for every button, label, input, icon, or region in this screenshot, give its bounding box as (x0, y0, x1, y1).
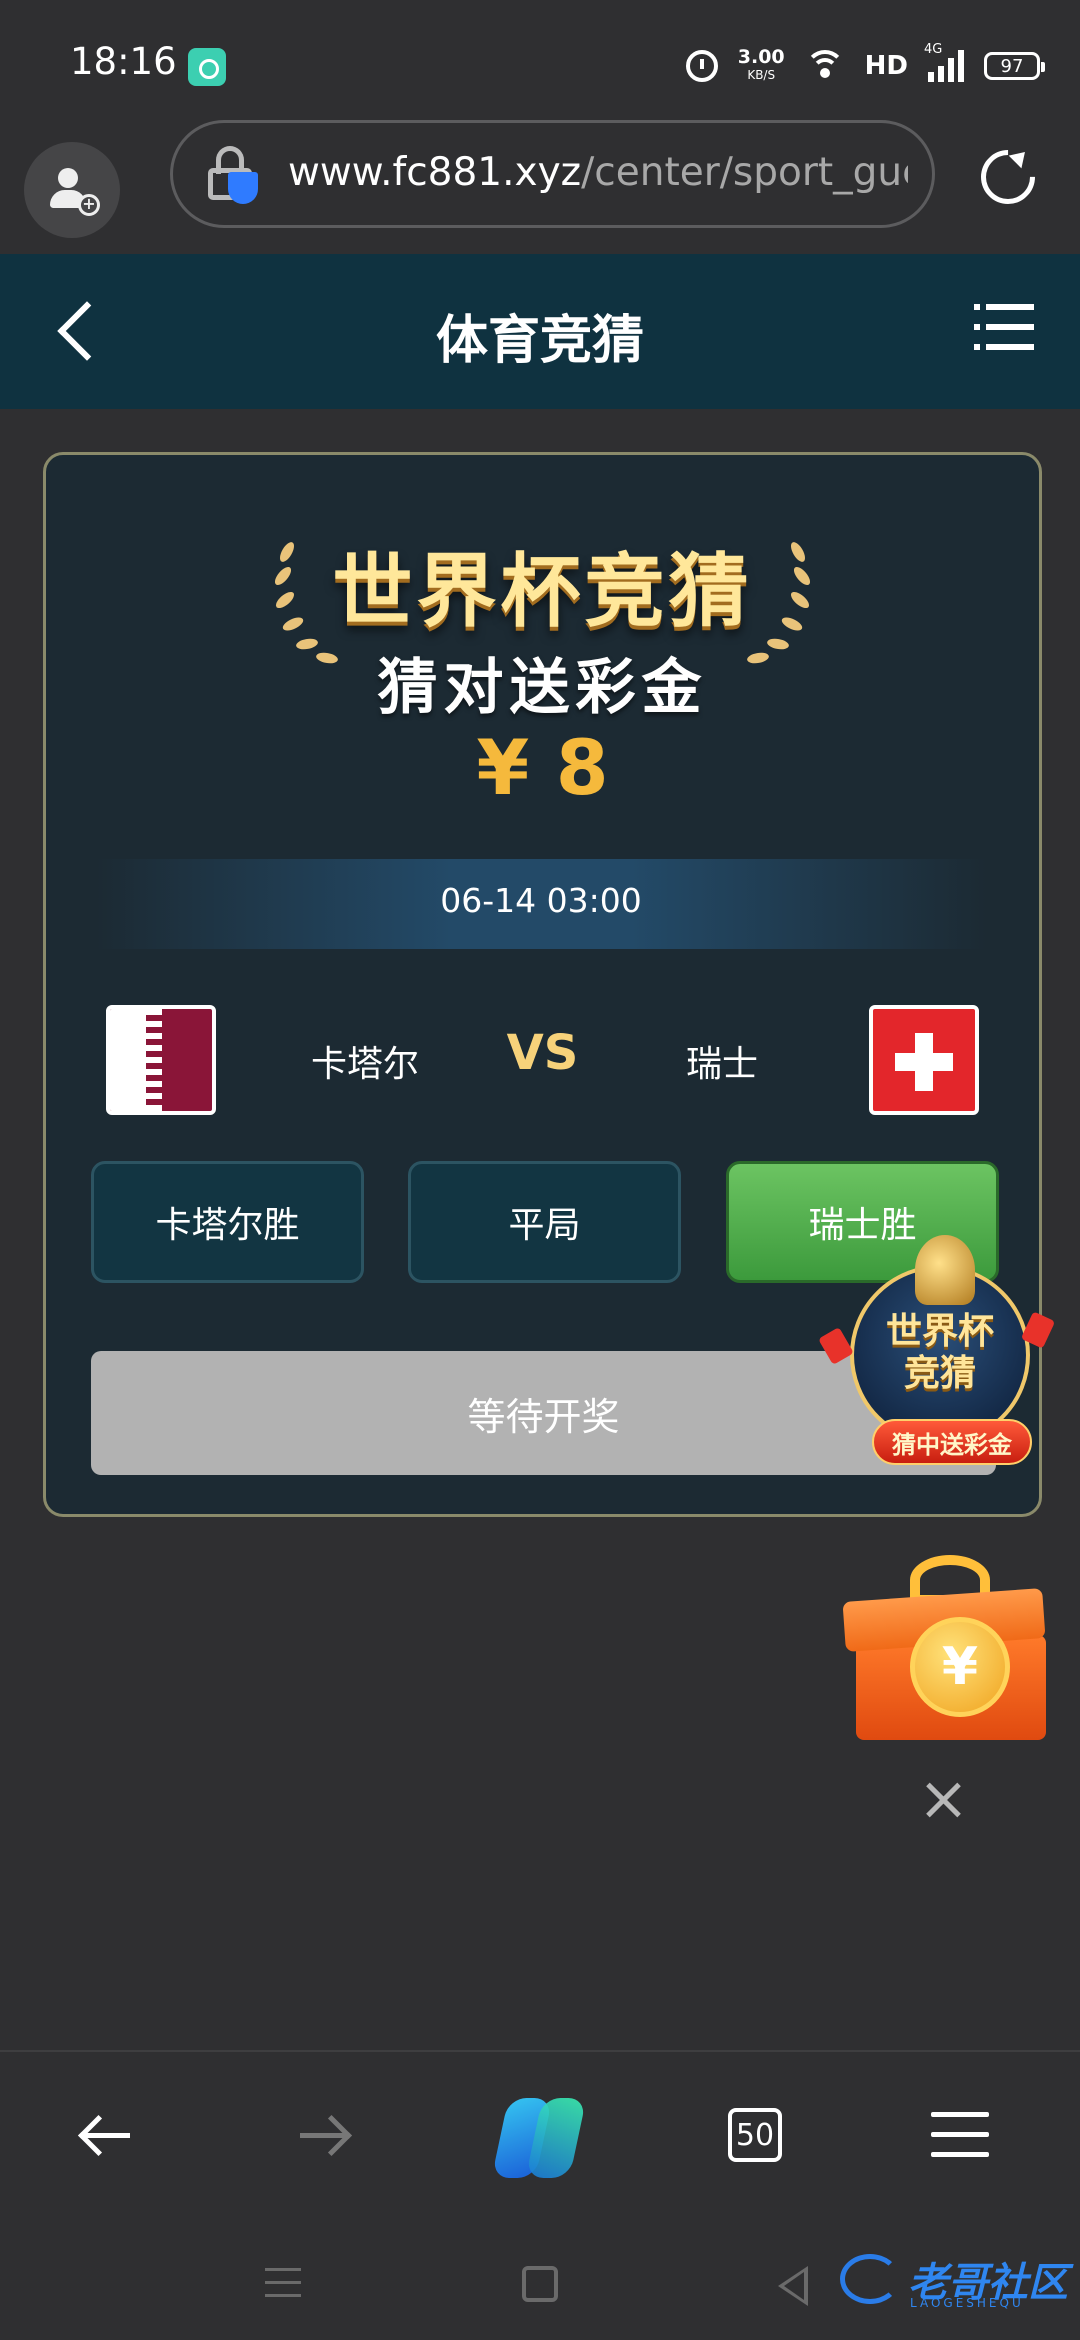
url-text[interactable]: www.fc881.xyz/center/sport_gue (288, 150, 908, 195)
close-icon[interactable] (922, 1778, 966, 1822)
url-path: /center/sport_gue (581, 150, 908, 195)
arrow-left-icon (82, 2133, 130, 2138)
lock-shield-icon[interactable] (206, 146, 258, 204)
alarm-icon (685, 50, 718, 82)
gift-box-promo[interactable]: ¥ (830, 1535, 1070, 1755)
browser-forward-button[interactable] (290, 2100, 360, 2170)
home-icon[interactable] (522, 2266, 558, 2302)
reload-icon (969, 138, 1047, 216)
battery-level: 97 (1000, 55, 1024, 77)
arrow-right-icon (300, 2133, 348, 2138)
recent-apps-icon[interactable] (265, 2268, 301, 2298)
hd-voice-icon: HD (864, 51, 908, 81)
option-home-win-button[interactable]: 卡塔尔胜 (91, 1161, 364, 1283)
team-row: 卡塔尔 VS 瑞士 (46, 995, 1039, 1115)
red-envelope-icon (818, 1327, 854, 1365)
switzerland-flag-icon (869, 1005, 979, 1115)
watermark-subtext: LAOGESHEQU (910, 2296, 1024, 2310)
banner-title: 世界杯竞猜 (332, 545, 753, 638)
add-profile-icon: + (50, 168, 100, 216)
option-draw-button[interactable]: 平局 (408, 1161, 681, 1283)
app-notification-icon (188, 48, 226, 86)
net-speed-unit: KB/S (747, 68, 776, 82)
copilot-icon (491, 2098, 587, 2178)
badge-title-line2: 竞猜 (903, 1353, 976, 1394)
copilot-button[interactable] (490, 2092, 590, 2182)
badge-title: 世界杯 竞猜 (860, 1311, 1020, 1395)
dragon-logo-icon (840, 2254, 900, 2304)
page-title: 体育竞猜 (435, 311, 644, 371)
tabs-button[interactable]: 50 (720, 2100, 790, 2170)
prize-amount: ¥ 8 (476, 723, 609, 812)
status-bar: 18:16 3.00 KB/S HD 4G 97 (0, 0, 1080, 120)
browser-back-button[interactable] (72, 2100, 142, 2170)
match-time-band: 06-14 03:00 (96, 859, 986, 949)
wifi-icon (804, 50, 845, 82)
net-speed-value: 3.00 (737, 46, 785, 68)
world-cup-banner: 世界杯竞猜 猜对送彩金 (46, 497, 1039, 737)
browser-toolbar: 50 (0, 2050, 1080, 2210)
profile-button[interactable]: + (24, 142, 120, 238)
status-icons: 3.00 KB/S HD 4G 97 (685, 42, 1045, 88)
coin-icon: ¥ (910, 1617, 1010, 1717)
reload-button[interactable] (969, 138, 1047, 216)
match-time: 06-14 03:00 (440, 881, 642, 920)
net-speed: 3.00 KB/S (738, 48, 785, 84)
cell-signal-icon: 4G (924, 42, 964, 82)
tabs-count: 50 (728, 2108, 782, 2162)
watermark-logo: 老哥社区 LAOGESHEQU (840, 2250, 1068, 2310)
badge-title-line1: 世界杯 (885, 1311, 994, 1352)
badge-tag: 猜中送彩金 (872, 1419, 1032, 1465)
address-bar[interactable]: www.fc881.xyz/center/sport_gue (170, 120, 935, 250)
network-type: 4G (924, 42, 943, 57)
system-nav-bar: 老哥社区 LAOGESHEQU (0, 2210, 1080, 2340)
banner-subtitle: 猜对送彩金 (377, 653, 708, 723)
battery-icon: 97 (984, 52, 1045, 80)
world-cup-guess-badge[interactable]: 世界杯 竞猜 猜中送彩金 (818, 1235, 1060, 1475)
url-host: www.fc881.xyz (288, 150, 582, 195)
list-menu-icon[interactable] (974, 298, 1034, 358)
trophy-icon (915, 1235, 975, 1305)
browser-bar: + www.fc881.xyz/center/sport_gue (0, 120, 1080, 250)
system-back-icon[interactable] (778, 2266, 808, 2306)
app-header: 体育竞猜 (0, 254, 1080, 409)
away-team-name: 瑞士 (686, 1044, 759, 1085)
status-time: 18:16 (70, 40, 177, 83)
browser-menu-button[interactable] (925, 2100, 995, 2170)
